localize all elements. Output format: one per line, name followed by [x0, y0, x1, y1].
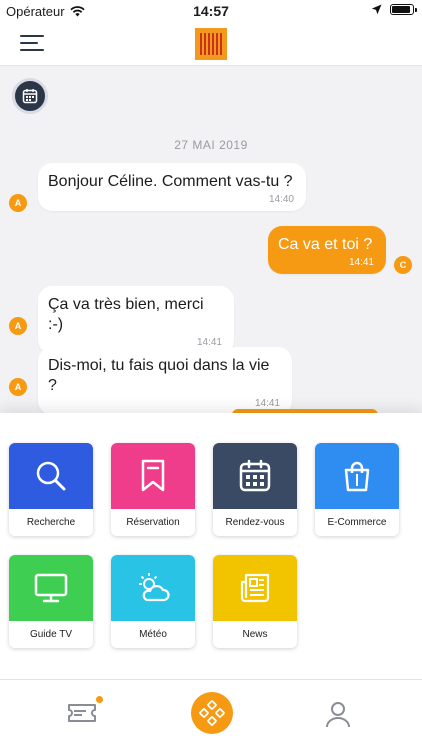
tab-tickets[interactable] [66, 694, 105, 731]
avatar: A [9, 317, 27, 335]
battery-fill [392, 6, 410, 13]
tile-recherche[interactable]: Recherche [9, 443, 93, 536]
calendar-icon [239, 459, 271, 492]
tile-background [9, 443, 93, 509]
tile-background [111, 443, 195, 509]
battery-icon [390, 4, 417, 15]
tile-label: Météo [139, 629, 167, 640]
date-separator: 27 MAI 2019 [174, 138, 248, 152]
message-bubble-incoming[interactable]: Dis-moi, tu fais quoi dans la vie ? 14:4… [38, 347, 292, 415]
message-bubble-incoming[interactable]: Bonjour Céline. Comment vas-tu ? 14:40 [38, 163, 306, 211]
notification-dot [94, 694, 105, 705]
tile-label: News [242, 629, 268, 640]
tile-background [213, 443, 297, 509]
tile-background [111, 555, 195, 621]
app-logo [195, 28, 227, 60]
status-bar: Opérateur 14:57 [0, 0, 422, 22]
tile-label: Réservation [126, 517, 180, 528]
search-icon [36, 461, 66, 491]
clock: 14:57 [193, 3, 229, 19]
message-text: Ca va et toi ? [278, 236, 373, 253]
tile-reservation[interactable]: Réservation [111, 443, 195, 536]
avatar: C [394, 256, 412, 274]
hamburger-menu-icon[interactable] [20, 35, 44, 53]
tile-background [9, 555, 93, 621]
weather-icon [139, 573, 170, 602]
profile-icon [326, 702, 350, 728]
tile-background [213, 555, 297, 621]
avatar: A [9, 194, 27, 212]
tile-label: Recherche [26, 517, 76, 528]
newspaper-icon [240, 573, 270, 603]
tile-meteo[interactable]: Météo [111, 555, 195, 648]
shopping-bag-icon [344, 461, 370, 492]
tile-label: Guide TV [29, 629, 73, 640]
ticket-icon [68, 704, 96, 722]
tab-apps[interactable] [191, 692, 233, 734]
message-bubble-outgoing[interactable]: Ca va et toi ? 14:41 [268, 226, 386, 274]
tile-label: E-Commerce [327, 517, 387, 528]
avatar: A [9, 378, 27, 396]
calendar-icon [22, 89, 38, 104]
tile-label: Rendez-vous [225, 517, 285, 528]
message-text: Ça va très bien, merci :-) [48, 296, 204, 333]
tab-bar [0, 679, 422, 750]
app-header [0, 22, 422, 66]
feature-menu: Recherche Réservation Rendez-vous E-Comm… [0, 413, 422, 679]
tab-profile[interactable] [325, 700, 351, 733]
message-time: 14:41 [254, 398, 280, 409]
location-arrow-icon [371, 4, 382, 15]
tile-guide-tv[interactable]: Guide TV [9, 555, 93, 648]
tile-background [315, 443, 399, 509]
tv-icon [34, 573, 68, 603]
tile-news[interactable]: News [213, 555, 297, 648]
message-time: 14:40 [268, 194, 294, 205]
message-text: Dis-moi, tu fais quoi dans la vie ? [48, 357, 270, 394]
message-time: 14:41 [348, 257, 374, 268]
tile-rendez-vous[interactable]: Rendez-vous [213, 443, 297, 536]
tile-e-commerce[interactable]: E-Commerce [315, 443, 399, 536]
apps-icon [199, 700, 225, 726]
bookmark-icon [141, 459, 165, 492]
message-text: Bonjour Céline. Comment vas-tu ? [48, 173, 293, 190]
calendar-button[interactable] [12, 78, 48, 114]
message-bubble-incoming[interactable]: Ça va très bien, merci :-) 14:41 [38, 286, 234, 354]
